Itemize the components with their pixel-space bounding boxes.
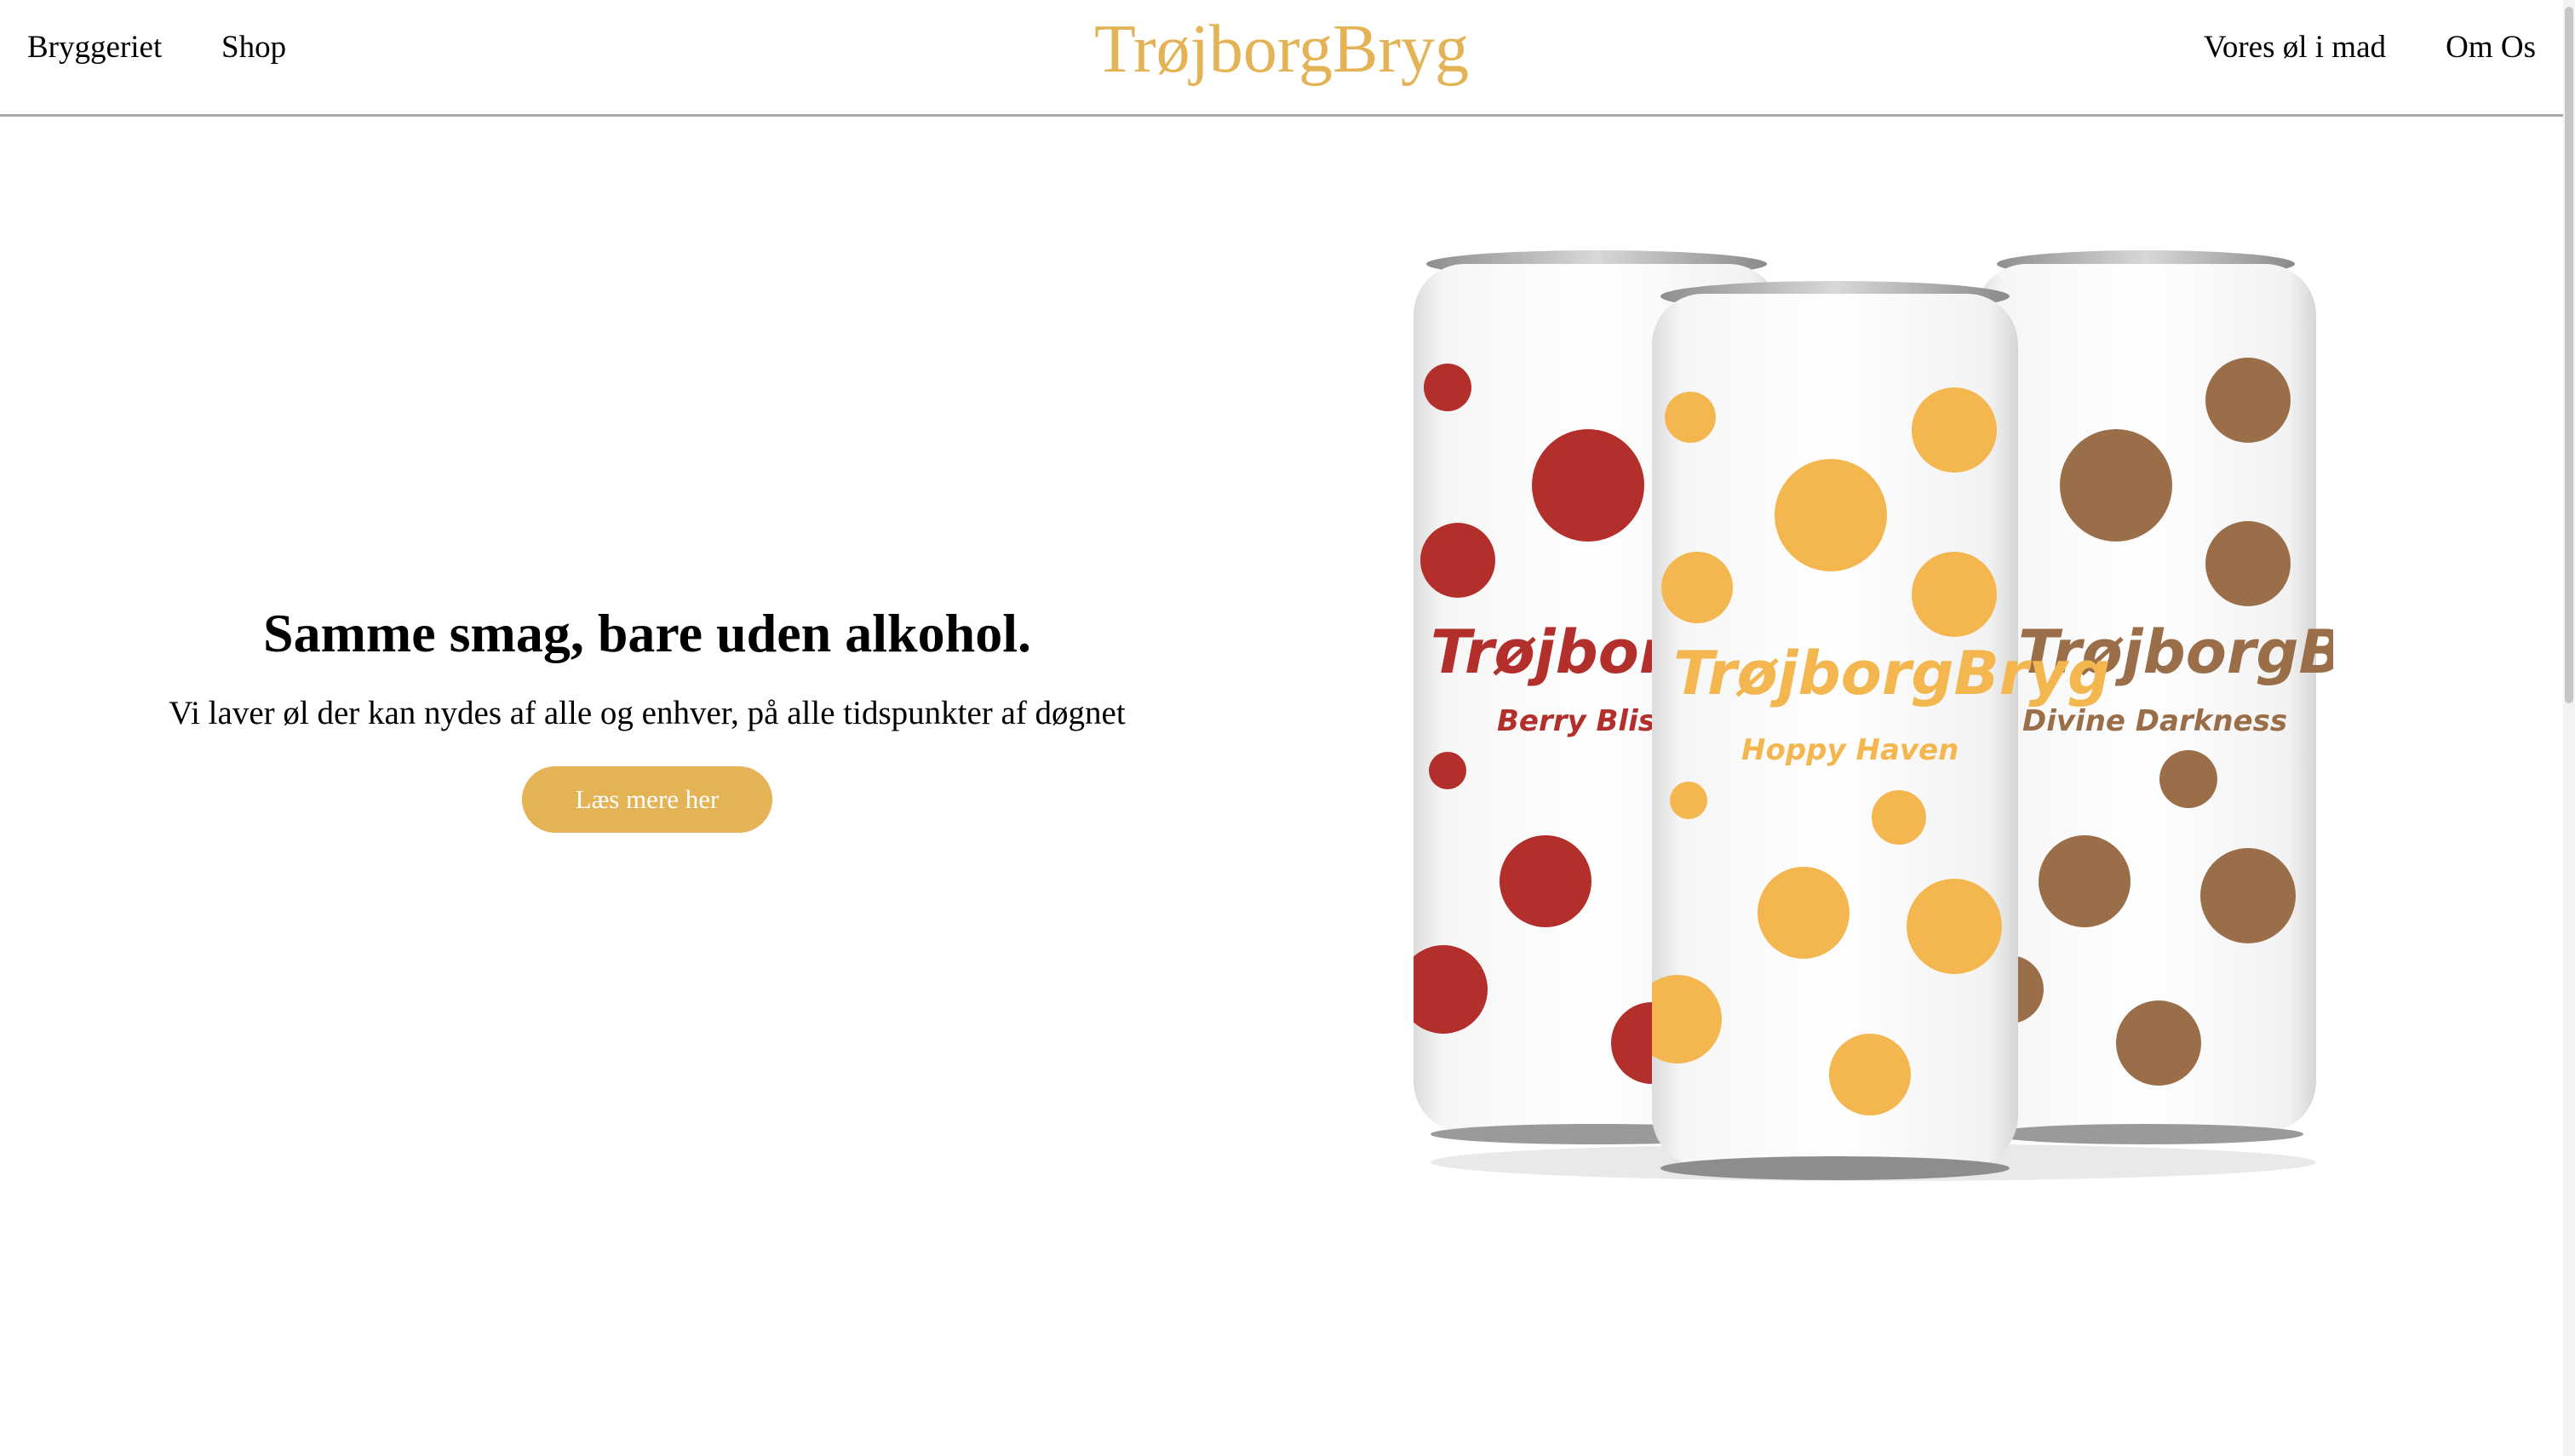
can-flavor-text: Divine Darkness: [2022, 704, 2287, 738]
nav-link-vores-ol-i-mad[interactable]: Vores øl i mad: [2204, 29, 2386, 66]
can-flavor-text: Hoppy Haven: [1741, 733, 1958, 767]
site-header: Bryggeriet Shop TrøjborgBryg Vores øl i …: [0, 0, 2563, 117]
hero-section: Samme smag, bare uden alkohol. Vi laver …: [102, 596, 1192, 833]
scrollbar[interactable]: [2563, 0, 2575, 1456]
site-logo[interactable]: TrøjborgBryg: [0, 9, 2563, 90]
scrollbar-thumb[interactable]: [2565, 7, 2573, 703]
page: Bryggeriet Shop TrøjborgBryg Vores øl i …: [0, 0, 2575, 1456]
hero-subtitle: Vi laver øl der kan nydes af alle og enh…: [169, 695, 1126, 731]
nav-link-om-os[interactable]: Om Os: [2446, 29, 2536, 66]
can-flavor-text: Berry Bliss: [1497, 704, 1672, 738]
read-more-button[interactable]: Læs mere her: [522, 766, 772, 833]
product-cans-image: TrøjborgBryg Berry Bliss TrøjborgB Divin…: [1396, 238, 2333, 1192]
hero-title: Samme smag, bare uden alkohol.: [262, 603, 1032, 663]
can-brand-text: TrøjborgBryg: [1673, 639, 2110, 708]
